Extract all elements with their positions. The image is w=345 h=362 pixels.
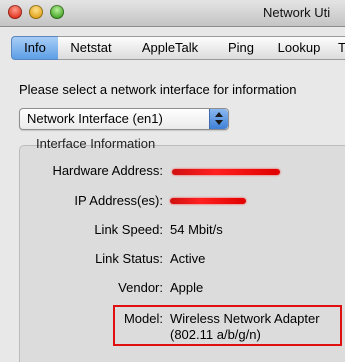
hardware-address-label: Hardware Address: [52,163,163,178]
tab-netstat[interactable]: Netstat [58,36,125,60]
zoom-button[interactable] [50,5,64,19]
tab-traceroute[interactable]: T [332,36,345,60]
link-status-value: Active [170,251,206,266]
network-interface-select[interactable]: Network Interface (en1) [19,108,229,130]
hardware-address-redaction [172,169,280,175]
window-title: Network Uti [263,5,331,20]
ip-addresses-label: IP Address(es): [74,193,163,208]
tab-appletalk[interactable]: AppleTalk [124,36,217,60]
tab-lookup[interactable]: Lookup [266,36,333,60]
group-title: Interface Information [36,136,156,151]
network-interface-value: Network Interface (en1) [27,111,163,126]
select-interface-prompt: Please select a network interface for in… [19,82,297,97]
tab-info[interactable]: Info [11,36,59,60]
vendor-label: Vendor: [118,280,163,295]
model-highlight-box [113,305,342,346]
minimize-button[interactable] [29,5,43,19]
network-utility-window: Network Uti Info Netstat AppleTalk Ping … [0,0,345,362]
close-button[interactable] [8,5,22,19]
link-speed-label: Link Speed: [94,222,163,237]
title-bar[interactable]: Network Uti [0,0,345,27]
popup-arrows-icon [209,109,228,129]
tab-bar: Info Netstat AppleTalk Ping Lookup T [0,36,345,60]
vendor-value: Apple [170,280,204,295]
ip-address-redaction [170,198,246,204]
link-speed-value: 54 Mbit/s [170,222,223,237]
link-status-label: Link Status: [95,251,163,266]
tab-ping[interactable]: Ping [216,36,267,60]
